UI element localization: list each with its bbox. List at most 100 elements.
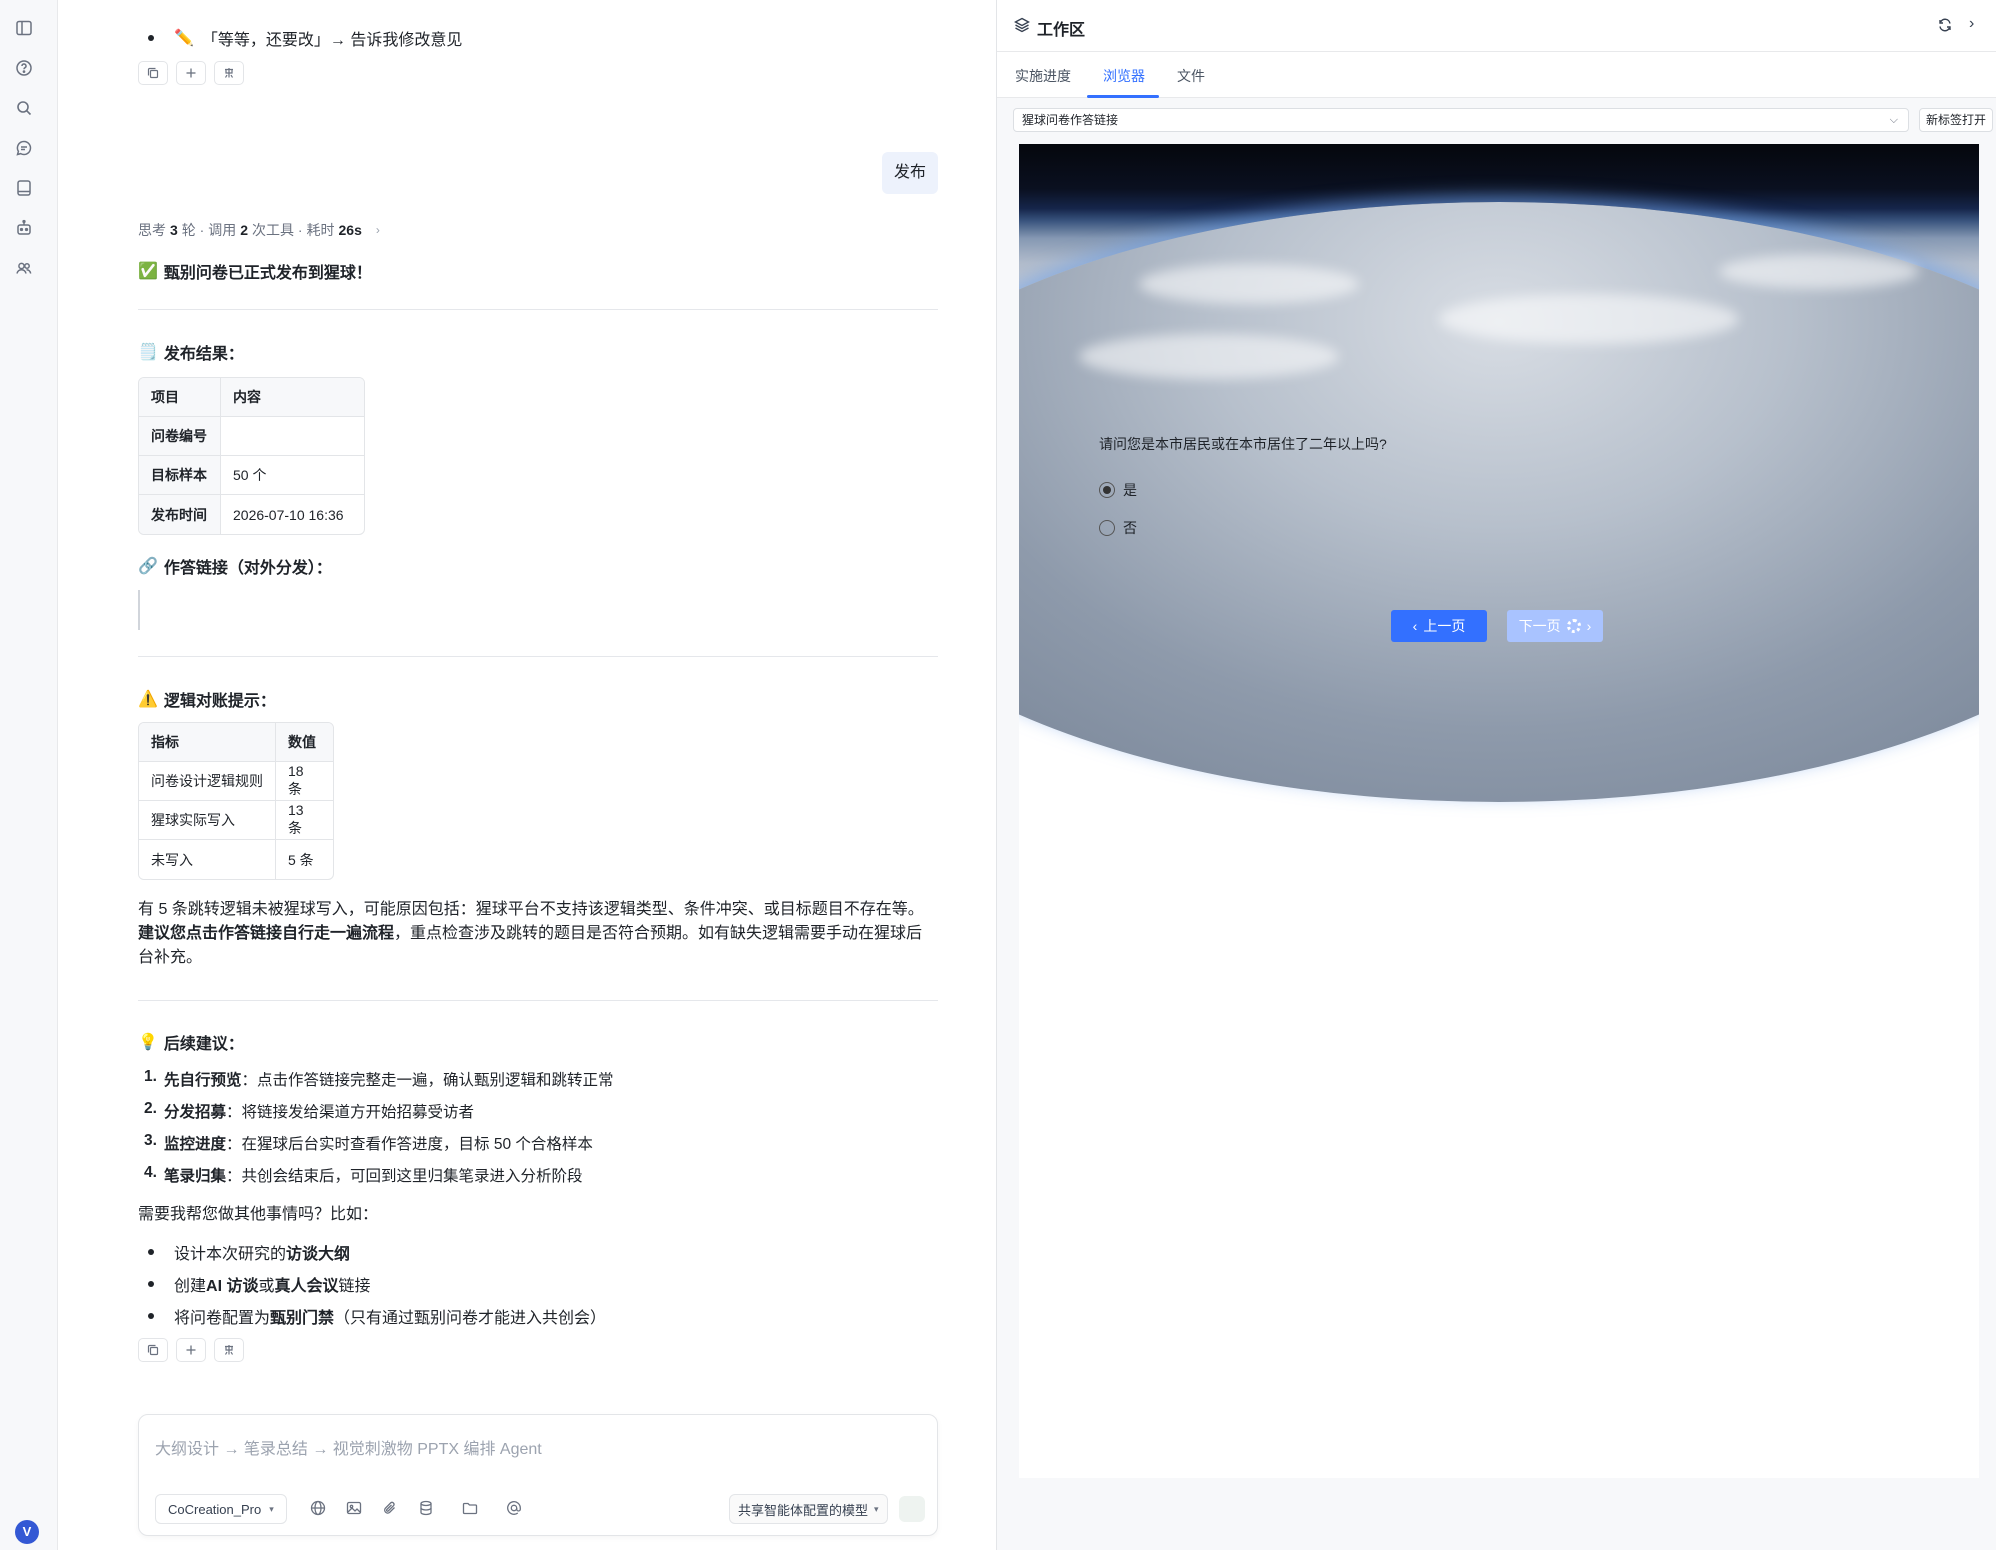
tab-browser[interactable]: 浏览器 [1103,66,1145,86]
active-tab-indicator [1087,95,1159,98]
search-icon[interactable] [14,98,34,118]
bullet-dot [148,1281,154,1287]
add-button[interactable] [176,1338,206,1362]
survey-option-yes[interactable]: 是 [1099,480,1137,500]
image-icon[interactable] [345,1499,365,1519]
survey-question: 请问您是本市居民或在本市居住了二年以上吗? [1099,436,1387,452]
list-bold: 监控进度 [164,1136,227,1153]
list-item: 2. 分发招募 ：将链接发给渠道方开始招募受访者 [138,1100,474,1122]
send-button[interactable] [899,1496,925,1522]
robot-icon[interactable] [14,218,34,238]
prev-page-button[interactable]: ‹ 上一页 [1391,610,1487,642]
database-icon[interactable] [417,1499,437,1519]
book-icon[interactable] [14,178,34,198]
list-text: 或 [258,1278,275,1295]
table-cell: 发布时间 [139,495,221,534]
folder-icon[interactable] [461,1499,481,1519]
table-cell: 问卷编号 [139,417,221,456]
list-item: 1. 先自行预览 ：点击作答链接完整走一遍，确认甄别逻辑和跳转正常 [138,1068,614,1090]
link-quote-bar [138,590,140,630]
list-text: 链接 [338,1278,371,1295]
table-header: 指标 [139,723,276,762]
success-line: ✅ 甄别问卷已正式发布到猩球！ [138,259,372,283]
meta-text: 思考 [138,222,166,238]
check-icon: ✅ [138,263,158,280]
next-heading: 💡 后续建议： [138,1030,244,1054]
chevron-right-icon: › [1586,618,1592,634]
cloud-shape [1079,334,1339,379]
paragraph-text: 有 5 条跳转逻辑未被猩球写入，可能原因包括：猩球平台不支持该逻辑类型、条件冲突… [138,901,924,918]
list-text: （只有通过甄别问卷才能进入共创会） [334,1310,607,1327]
table-header: 数值 [276,723,333,762]
copy-icon [147,67,159,79]
sidebar-toggle-icon[interactable] [14,18,34,38]
lightbulb-icon: 💡 [138,1034,158,1051]
composer-input[interactable]: 大纲设计 → 笔录总结 → 视觉刺激物 PPTX 编排 Agent [155,1435,542,1459]
url-select[interactable]: 猩球问卷作答链接 ⌵ [1013,108,1909,132]
globe-icon[interactable] [309,1499,329,1519]
list-number: 4. [144,1164,157,1181]
list-text: ：点击作答链接完整走一遍，确认甄别逻辑和跳转正常 [241,1072,614,1089]
link-heading: 🔗 作答链接（对外分发）： [138,554,332,578]
meta-tools: 2 [240,222,249,238]
list-item: 将问卷配置为 甄别门禁 （只有通过甄别问卷才能进入共创会） [138,1304,606,1328]
workspace-title: 工作区 [1037,22,1086,39]
table-cell: 目标样本 [139,456,221,495]
open-new-tab-button[interactable]: 新标签打开 [1919,108,1993,132]
message-composer[interactable]: 大纲设计 → 笔录总结 → 视觉刺激物 PPTX 编排 Agent CoCrea… [138,1414,938,1536]
success-text: 甄别问卷已正式发布到猩球！ [163,265,372,282]
table-cell: 2026-07-10 16:36 [233,506,344,523]
radio-button[interactable] [1099,520,1115,536]
chevron-right-icon: › [375,223,380,237]
at-icon[interactable] [505,1499,525,1519]
heading-text: 作答链接（对外分发）： [163,560,332,577]
tab-progress[interactable]: 实施进度 [1015,66,1071,86]
chevron-right-icon[interactable]: › [1969,15,1974,33]
message-actions [138,1338,244,1362]
users-icon[interactable] [14,258,34,278]
table-row: 猩球实际写入 13 条 [139,801,333,840]
table-cell: 18 条 [276,762,333,801]
refresh-icon[interactable] [1937,17,1953,33]
logic-heading: ⚠️ 逻辑对账提示： [138,687,276,711]
chat-icon[interactable] [14,138,34,158]
list-item: 4. 笔录归集 ：共创会结束后，可回到这里归集笔录进入分析阶段 [138,1164,583,1186]
table-row: 未写入 5 条 [139,840,333,879]
earth-banner-image [1019,144,1979,802]
feedback-icon [224,68,234,78]
feedback-button[interactable] [214,1338,244,1362]
feedback-button[interactable] [214,61,244,85]
agent-model-select[interactable]: 共享智能体配置的模型 ▾ [729,1494,888,1524]
list-bold: AI 访谈 [206,1278,259,1295]
copy-button[interactable] [138,1338,168,1362]
caret-down-icon: ▾ [269,1503,274,1514]
layers-icon [1013,16,1031,34]
survey-option-no[interactable]: 否 [1099,518,1137,538]
caret-down-icon: ▾ [874,1503,879,1514]
help-icon[interactable] [14,58,34,78]
list-bold: 甄别门禁 [270,1310,335,1327]
button-label: 上一页 [1423,618,1466,634]
model-select[interactable]: CoCreation_Pro ▾ [155,1494,287,1524]
heading-text: 逻辑对账提示： [163,693,276,710]
bullet-dot [148,1313,154,1319]
list-number: 3. [144,1132,157,1149]
list-item-text: 「等等，还要改」→ 告诉我修改意见 [201,32,463,49]
loading-spinner-icon [1566,619,1581,633]
add-button[interactable] [176,61,206,85]
workspace-tabs: 实施进度 浏览器 文件 [997,52,1996,98]
publish-heading: 🗒️ 发布结果： [138,340,244,364]
copy-button[interactable] [138,61,168,85]
heading-text: 发布结果： [163,346,244,363]
option-label: 否 [1123,520,1137,536]
next-page-button[interactable]: 下一页 › [1507,610,1603,642]
avatar[interactable]: V [15,1520,39,1544]
paperclip-icon[interactable] [381,1499,401,1519]
list-number: 2. [144,1100,157,1117]
thinking-meta[interactable]: 思考 3 轮 · 调用 2 次工具 · 耗时 26s › [138,220,380,240]
tab-files[interactable]: 文件 [1177,66,1205,86]
meta-text: 轮 · 调用 [181,222,237,238]
pencil-icon: ✏️ [174,30,194,47]
plus-icon [186,1345,196,1355]
radio-button[interactable] [1099,482,1115,498]
